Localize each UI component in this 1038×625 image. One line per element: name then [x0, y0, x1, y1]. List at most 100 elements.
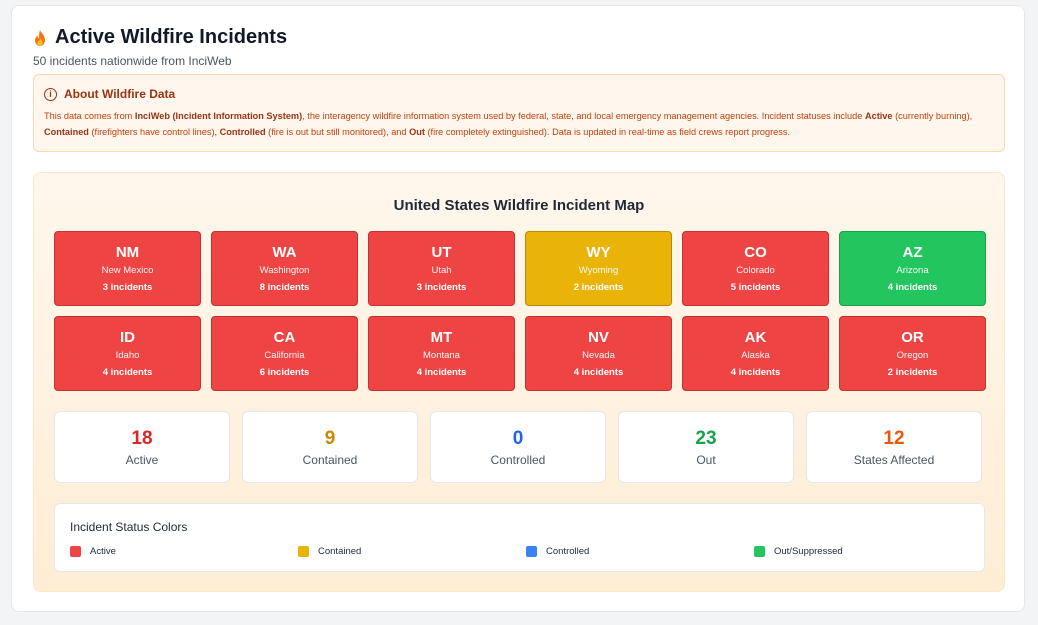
state-code: NV — [588, 329, 609, 346]
info-box: i About Wildfire Data This data comes fr… — [33, 74, 1005, 152]
state-tile-ak[interactable]: AK Alaska 4 incidents — [682, 316, 829, 391]
incident-map-panel: United States Wildfire Incident Map NM N… — [33, 172, 1005, 592]
state-tile-wy[interactable]: WY Wyoming 2 incidents — [525, 231, 672, 306]
state-code: UT — [431, 244, 452, 261]
stat-value: 23 — [695, 428, 717, 449]
state-tile-az[interactable]: AZ Arizona 4 incidents — [839, 231, 986, 306]
state-name: Utah — [431, 265, 452, 276]
info-bold-inciweb: InciWeb (Incident Information System) — [134, 111, 303, 121]
state-code: ID — [120, 329, 135, 346]
info-circle-icon: i — [44, 87, 57, 101]
info-bold-controlled: Controlled — [219, 127, 266, 137]
state-name: New Mexico — [101, 265, 154, 276]
legend-item-out-suppressed: Out/Suppressed — [754, 546, 982, 557]
state-code: WA — [272, 244, 297, 261]
legend-swatch — [298, 546, 309, 557]
state-incident-count: 4 incidents — [887, 282, 938, 293]
state-name: Washington — [259, 265, 310, 276]
state-name: Colorado — [736, 265, 775, 276]
state-incident-count: 2 incidents — [887, 367, 938, 378]
state-code: NM — [115, 244, 140, 261]
stat-card-out: 23 Out — [618, 411, 794, 483]
stat-card-controlled: 0 Controlled — [430, 411, 606, 483]
state-incident-count: 8 incidents — [259, 282, 310, 293]
state-incident-count: 4 incidents — [102, 367, 153, 378]
state-code: AK — [744, 329, 767, 346]
state-tile-ca[interactable]: CA California 6 incidents — [211, 316, 358, 391]
state-name: Nevada — [582, 350, 615, 361]
legend-item-controlled: Controlled — [526, 546, 754, 557]
state-incident-count: 2 incidents — [573, 282, 624, 293]
status-stats: 18 Active 9 Contained 0 Controlled 23 Ou… — [54, 411, 982, 483]
info-text-5: (fire is out but still monitored), and — [265, 127, 410, 137]
state-grid: NM New Mexico 3 incidents WA Washington … — [54, 231, 986, 391]
state-code: CO — [744, 244, 767, 261]
state-code: AZ — [902, 244, 923, 261]
state-tile-nm[interactable]: NM New Mexico 3 incidents — [54, 231, 201, 306]
stat-card-active: 18 Active — [54, 411, 230, 483]
state-incident-count: 6 incidents — [259, 367, 310, 378]
state-name: Oregon — [896, 350, 929, 361]
legend-label: Contained — [318, 546, 362, 557]
stat-label: Controlled — [490, 453, 546, 467]
stat-label: Active — [125, 453, 159, 467]
state-tile-wa[interactable]: WA Washington 8 incidents — [211, 231, 358, 306]
flame-icon — [35, 29, 45, 46]
legend-title: Incident Status Colors — [70, 520, 188, 534]
stat-value: 18 — [131, 428, 153, 449]
state-code: WY — [586, 244, 611, 261]
state-name: Idaho — [115, 350, 140, 361]
status-legend: Incident Status Colors Active Contained … — [54, 503, 985, 572]
state-incident-count: 4 incidents — [730, 367, 781, 378]
state-incident-count: 3 incidents — [416, 282, 467, 293]
state-tile-id[interactable]: ID Idaho 4 incidents — [54, 316, 201, 391]
legend-item-contained: Contained — [298, 546, 526, 557]
info-bold-contained: Contained — [44, 127, 89, 137]
info-bold-active: Active — [864, 111, 893, 121]
state-tile-ut[interactable]: UT Utah 3 incidents — [368, 231, 515, 306]
state-incident-count: 5 incidents — [730, 282, 781, 293]
state-code: OR — [901, 329, 924, 346]
legend-items: Active Contained Controlled Out/Suppress… — [70, 546, 984, 557]
info-header: i About Wildfire Data — [44, 87, 994, 101]
legend-label: Out/Suppressed — [774, 546, 843, 557]
info-text-2: , the interagency wildfire information s… — [302, 111, 865, 121]
state-incident-count: 4 incidents — [416, 367, 467, 378]
stat-card-contained: 9 Contained — [242, 411, 418, 483]
state-tile-co[interactable]: CO Colorado 5 incidents — [682, 231, 829, 306]
state-tile-nv[interactable]: NV Nevada 4 incidents — [525, 316, 672, 391]
info-description: This data comes from InciWeb (Incident I… — [44, 108, 994, 140]
state-incident-count: 3 incidents — [102, 282, 153, 293]
map-title: United States Wildfire Incident Map — [393, 197, 645, 214]
info-text-6: (fire completely extinguished). Data is … — [424, 127, 791, 137]
legend-item-active: Active — [70, 546, 298, 557]
legend-swatch — [70, 546, 81, 557]
legend-label: Active — [90, 546, 116, 557]
info-title: About Wildfire Data — [64, 87, 176, 101]
legend-label: Controlled — [546, 546, 590, 557]
wildfire-card: Active Wildfire Incidents 50 incidents n… — [11, 5, 1025, 612]
info-bold-out: Out — [409, 127, 425, 137]
state-tile-or[interactable]: OR Oregon 2 incidents — [839, 316, 986, 391]
stat-label: Contained — [302, 453, 358, 467]
state-code: MT — [430, 329, 453, 346]
stat-value: 9 — [324, 428, 336, 449]
page-title: Active Wildfire Incidents — [55, 26, 288, 48]
state-name: Arizona — [896, 265, 929, 276]
legend-swatch — [754, 546, 765, 557]
info-text-1: This data comes from — [44, 111, 135, 121]
state-name: Alaska — [741, 350, 770, 361]
title-row: Active Wildfire Incidents — [33, 26, 287, 49]
state-name: Wyoming — [578, 265, 619, 276]
stat-label: Out — [696, 453, 716, 467]
state-name: Montana — [423, 350, 460, 361]
page-subtitle: 50 incidents nationwide from InciWeb — [33, 54, 232, 68]
info-text-4: (firefighters have control lines), — [88, 127, 220, 137]
state-incident-count: 4 incidents — [573, 367, 624, 378]
header: Active Wildfire Incidents 50 incidents n… — [33, 26, 287, 68]
legend-swatch — [526, 546, 537, 557]
stat-value: 0 — [512, 428, 524, 449]
info-text-3: (currently burning), — [892, 111, 973, 121]
state-tile-mt[interactable]: MT Montana 4 incidents — [368, 316, 515, 391]
stat-card-states-affected: 12 States Affected — [806, 411, 982, 483]
